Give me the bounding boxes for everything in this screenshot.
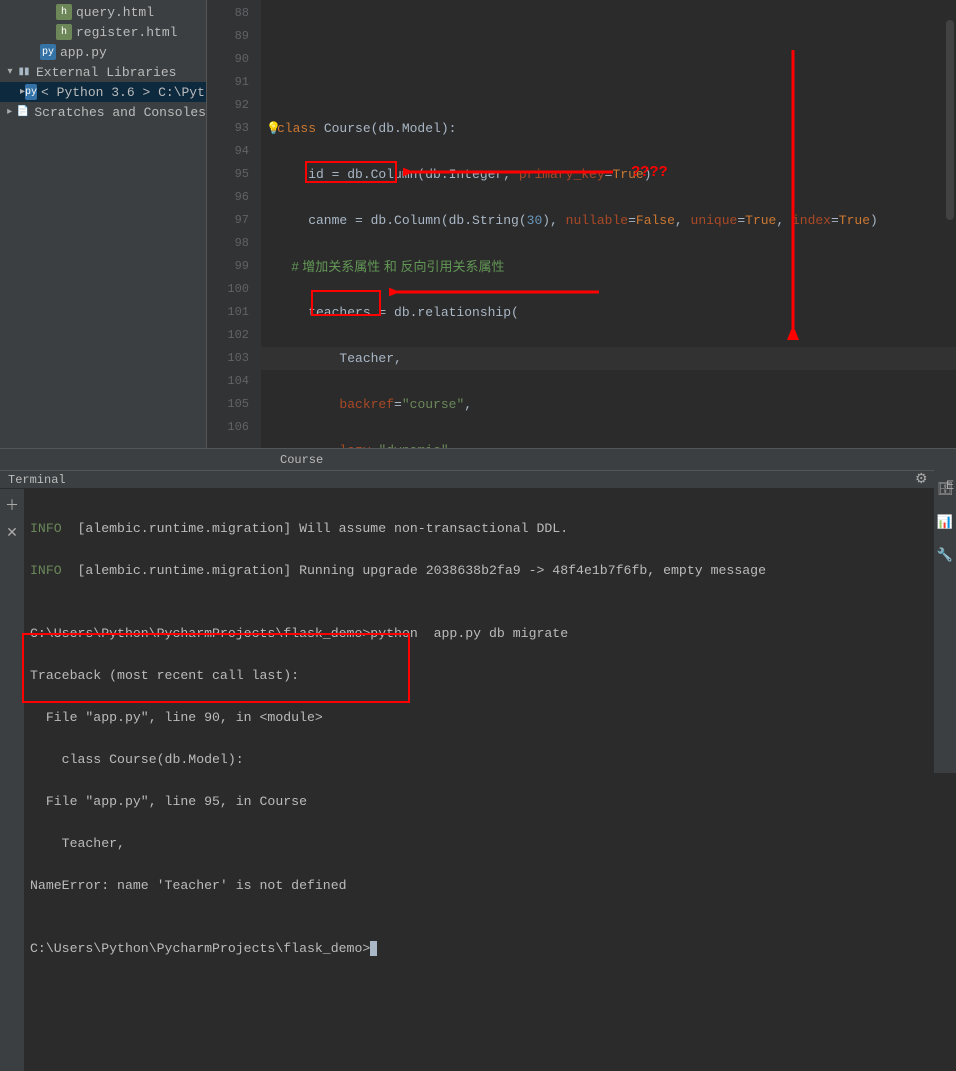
terminal-toolbar: ＋ ✕ [0, 489, 24, 1071]
code-line-92: canme = db.Column(db.String(30), nullabl… [277, 209, 956, 232]
html-file-icon: h [56, 24, 72, 40]
terminal-tab-bar[interactable]: Terminal ⚙ — [0, 470, 956, 489]
tree-item-register-html[interactable]: hregister.html [0, 22, 206, 42]
code-line-90: class Course(db.Model): [277, 117, 956, 140]
code-line-91: id = db.Column(db.Integer, primary_key=T… [277, 163, 956, 186]
code-line-97: lazy="dynamic" [277, 439, 956, 448]
scratch-icon: 📄 [15, 104, 30, 120]
gear-icon[interactable]: ⚙ [915, 471, 928, 488]
code-line-95: Teacher, [261, 347, 956, 370]
tree-item-query-html[interactable]: hquery.html [0, 2, 206, 22]
close-terminal-icon[interactable]: ✕ [6, 525, 18, 542]
line-gutter: 8889909192939495969798991001011021031041… [207, 0, 261, 448]
code-line-96: backref="course", [277, 393, 956, 416]
tree-item-external-libraries[interactable]: ▾▮▮External Libraries [0, 62, 206, 82]
event-log-letter: E [946, 478, 954, 492]
code-line-94: teachers = db.relationship( [277, 301, 956, 324]
chevron-right-icon: ▸ [4, 106, 15, 118]
tree-item-scratches[interactable]: ▸📄Scratches and Consoles [0, 102, 206, 122]
code-line-88 [277, 25, 956, 48]
python-file-icon: py [40, 44, 56, 60]
terminal-cursor [370, 941, 377, 956]
code-editor[interactable]: 8889909192939495969798991001011021031041… [207, 0, 956, 448]
terminal-title: Terminal [8, 473, 915, 487]
annotation-question-marks: ???? [631, 160, 668, 183]
maven-tool-icon[interactable]: 🔧 [937, 548, 953, 563]
chevron-down-icon: ▾ [4, 66, 16, 78]
sciview-tool-icon[interactable]: 📊 [937, 515, 953, 530]
code-line-89 [277, 71, 956, 94]
tree-item-app-py[interactable]: pyapp.py [0, 42, 206, 62]
tree-item-python-sdk[interactable]: ▸py< Python 3.6 > C:\Python [0, 82, 206, 102]
python-icon: py [25, 84, 37, 100]
code-area[interactable]: class Course(db.Model): id = db.Column(d… [261, 0, 956, 448]
library-icon: ▮▮ [16, 64, 32, 80]
terminal-output[interactable]: INFO [alembic.runtime.migration] Will as… [24, 489, 956, 1071]
add-terminal-icon[interactable]: ＋ [5, 495, 19, 515]
html-file-icon: h [56, 4, 72, 20]
code-line-93: # 增加关系属性 和 反向引用关系属性 [277, 255, 956, 278]
editor-scrollbar[interactable] [946, 20, 954, 220]
right-tool-strip: 🗄 📊 🔧 [934, 470, 956, 773]
breadcrumb[interactable]: Course [0, 448, 956, 470]
project-sidebar[interactable]: hquery.html hregister.html pyapp.py ▾▮▮E… [0, 0, 207, 448]
